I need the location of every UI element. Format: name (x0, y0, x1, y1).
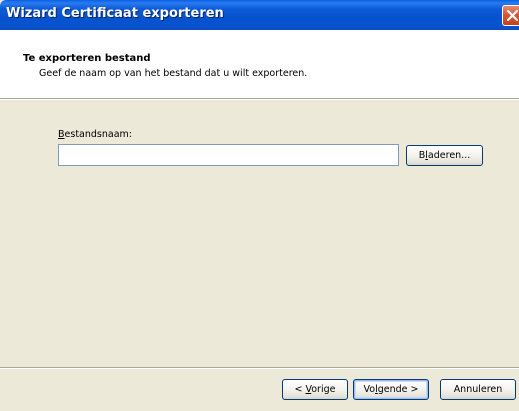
page-title: Te exporteren bestand (23, 53, 151, 64)
filename-input[interactable] (58, 144, 399, 166)
cancel-button[interactable]: Annuleren (440, 379, 516, 400)
back-button[interactable]: < Vorige (282, 379, 348, 400)
browse-button[interactable]: Bladeren... (406, 145, 483, 166)
wizard-header: Te exporteren bestand Geef de naam op va… (0, 30, 519, 98)
title-bar[interactable]: Wizard Certificaat exporteren (0, 0, 519, 30)
filename-label: Bestandsnaam: (58, 129, 132, 140)
window-title: Wizard Certificaat exporteren (6, 6, 224, 21)
page-subtitle: Geef de naam op van het bestand dat u wi… (39, 68, 308, 79)
header-divider (0, 98, 519, 100)
footer-divider (0, 367, 519, 369)
next-button[interactable]: Volgende > (353, 379, 429, 400)
close-icon (506, 9, 519, 22)
wizard-dialog: Wizard Certificaat exporteren Te exporte… (0, 0, 519, 411)
close-button[interactable] (502, 5, 519, 26)
